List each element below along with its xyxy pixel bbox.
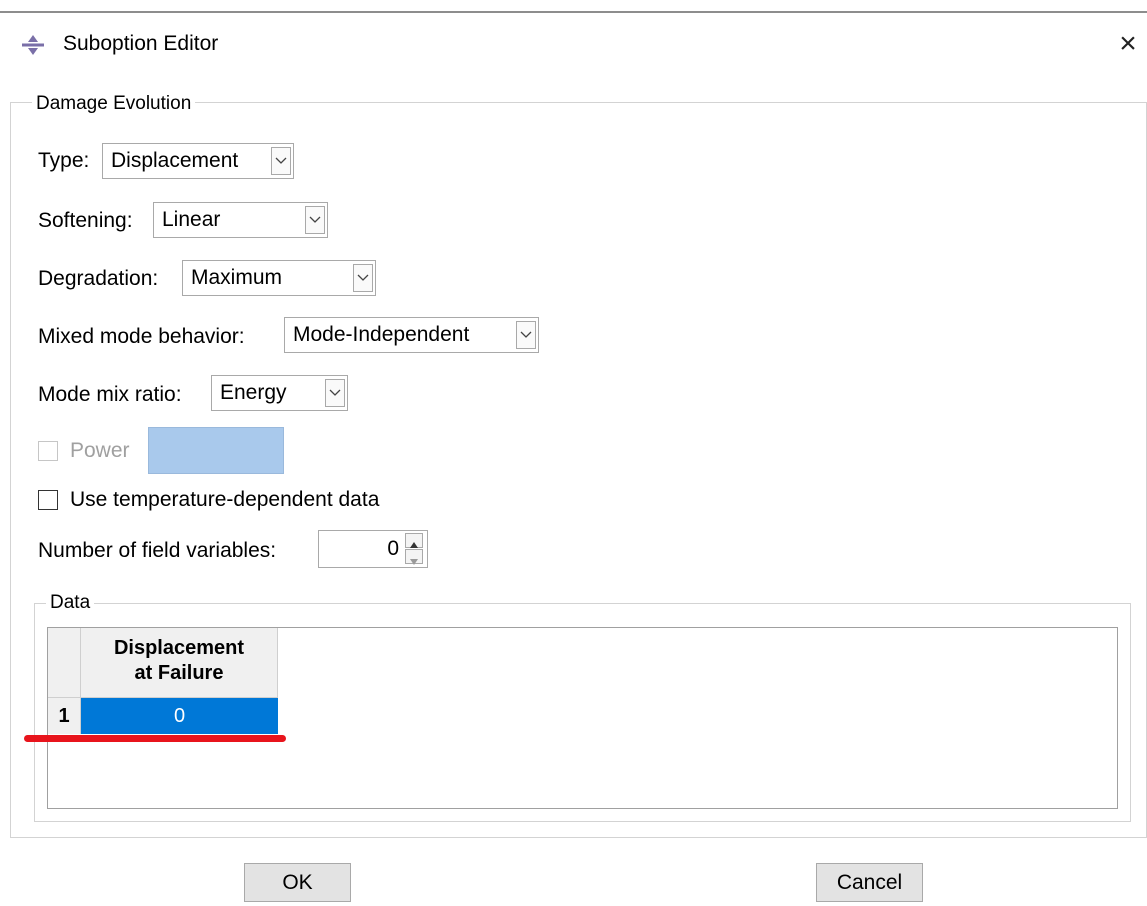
- ok-button[interactable]: OK: [244, 863, 351, 902]
- mode-mix-ratio-label: Mode mix ratio:: [38, 383, 182, 406]
- close-button[interactable]: ×: [1112, 26, 1144, 62]
- chevron-down-icon[interactable]: [271, 147, 291, 175]
- column-header-line1: Displacement: [113, 637, 245, 659]
- chevron-down-icon[interactable]: [325, 379, 345, 407]
- power-checkbox[interactable]: [38, 441, 58, 461]
- type-combo[interactable]: Displacement: [102, 143, 294, 179]
- chevron-down-icon[interactable]: [353, 264, 373, 292]
- degradation-value: Maximum: [191, 266, 283, 289]
- data-legend: Data: [46, 591, 95, 615]
- softening-value: Linear: [162, 208, 221, 231]
- temp-dependent-label: Use temperature-dependent data: [70, 488, 380, 511]
- abaqus-app-icon: [22, 34, 44, 56]
- row-header[interactable]: 1: [48, 698, 81, 734]
- spin-up-icon[interactable]: [405, 533, 423, 548]
- degradation-label: Degradation:: [38, 267, 159, 290]
- column-header-line2: at Failure: [134, 662, 224, 684]
- table-cell-selected[interactable]: 0: [81, 698, 278, 734]
- power-input[interactable]: [148, 427, 284, 474]
- table-corner: [48, 628, 81, 698]
- cancel-button[interactable]: Cancel: [816, 863, 923, 902]
- annotation-underline: [24, 735, 286, 742]
- field-variables-spinbox[interactable]: 0: [318, 530, 428, 568]
- mixed-mode-combo[interactable]: Mode-Independent: [284, 317, 539, 353]
- mode-mix-ratio-value: Energy: [220, 381, 287, 404]
- window-top-border: [0, 11, 1147, 13]
- data-table[interactable]: Displacement at Failure 1 0: [47, 627, 1118, 809]
- window-title: Suboption Editor: [63, 32, 219, 55]
- chevron-down-icon[interactable]: [516, 321, 536, 349]
- mixed-mode-value: Mode-Independent: [293, 323, 470, 346]
- type-value: Displacement: [111, 149, 239, 172]
- softening-label: Softening:: [38, 209, 133, 232]
- power-label: Power: [70, 439, 130, 462]
- softening-combo[interactable]: Linear: [153, 202, 328, 238]
- mode-mix-ratio-combo[interactable]: Energy: [211, 375, 348, 411]
- temp-dependent-checkbox[interactable]: [38, 490, 58, 510]
- chevron-down-icon[interactable]: [305, 206, 325, 234]
- column-header-displacement-at-failure[interactable]: Displacement at Failure: [81, 628, 278, 698]
- degradation-combo[interactable]: Maximum: [182, 260, 376, 296]
- type-label: Type:: [38, 149, 90, 172]
- field-variables-value: 0: [387, 537, 399, 560]
- field-variables-label: Number of field variables:: [38, 539, 277, 562]
- spin-down-icon[interactable]: [405, 549, 423, 565]
- damage-evolution-legend: Damage Evolution: [32, 92, 196, 116]
- mixed-mode-label: Mixed mode behavior:: [38, 325, 245, 348]
